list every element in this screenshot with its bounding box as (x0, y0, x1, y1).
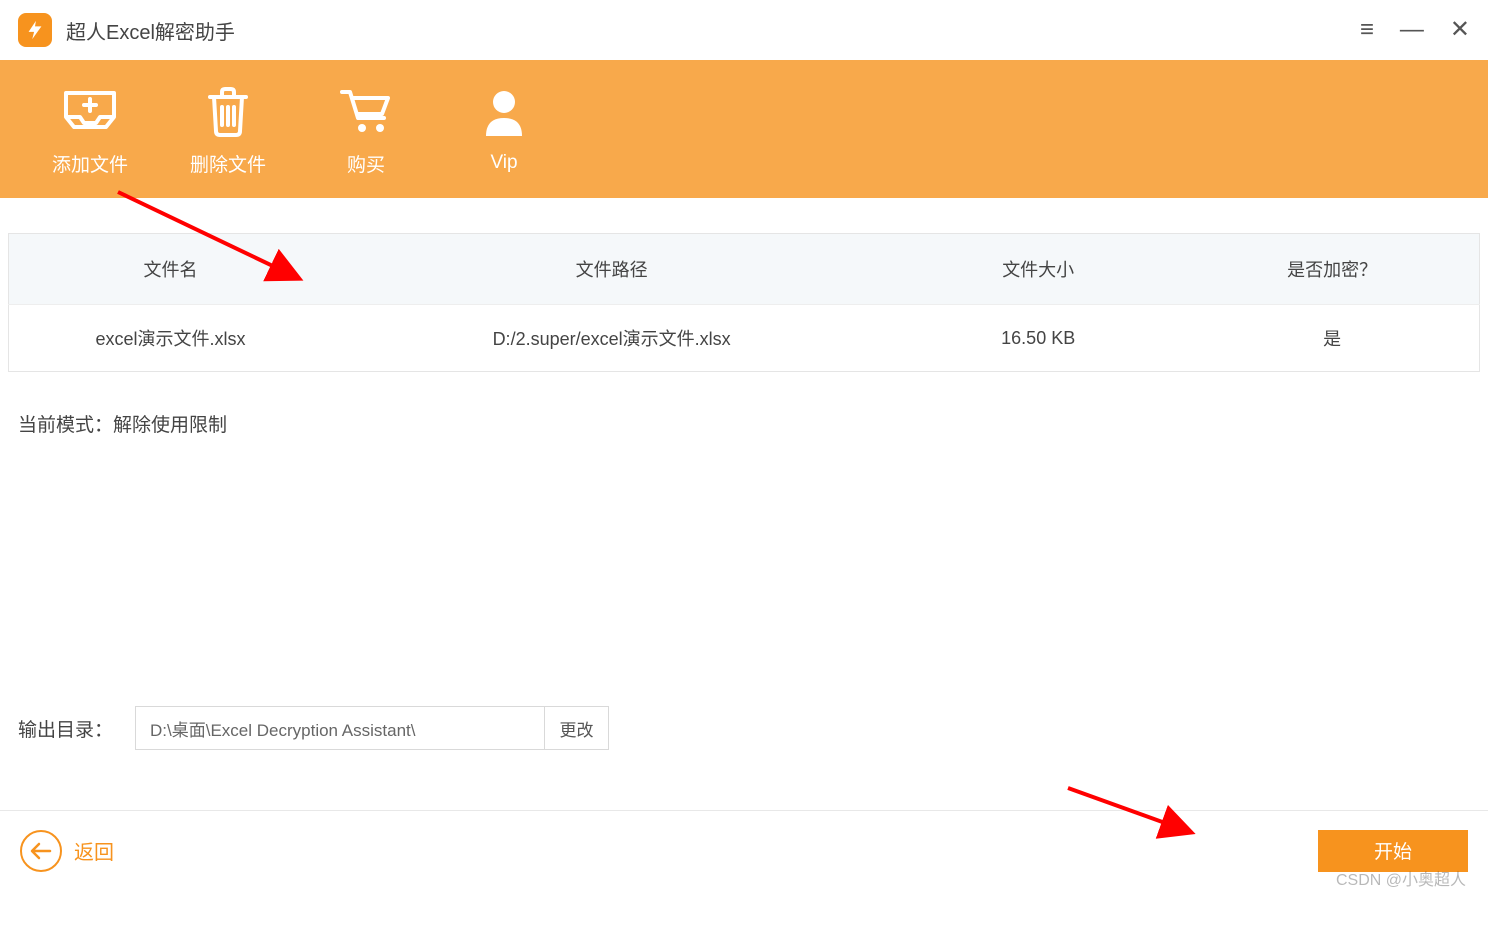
vip-button[interactable]: Vip (464, 84, 544, 174)
cell-encrypted: 是 (1185, 305, 1479, 372)
current-mode: 当前模式：解除使用限制 (8, 372, 1480, 475)
col-name: 文件名 (9, 234, 333, 305)
col-path: 文件路径 (332, 234, 891, 305)
table-row[interactable]: excel演示文件.xlsx D:/2.super/excel演示文件.xlsx… (9, 305, 1480, 372)
delete-file-label: 删除文件 (190, 150, 266, 177)
close-button[interactable]: ✕ (1450, 18, 1470, 42)
titlebar: 超人Excel解密助手 ≡ — ✕ (0, 0, 1488, 60)
output-path-input[interactable] (135, 706, 545, 750)
purchase-label: 购买 (347, 150, 385, 177)
cell-path: D:/2.super/excel演示文件.xlsx (332, 305, 891, 372)
output-directory-row: 输出目录： 更改 (18, 706, 609, 750)
vip-label: Vip (490, 152, 517, 174)
col-size: 文件大小 (891, 234, 1185, 305)
back-button[interactable]: 返回 (20, 830, 114, 872)
delete-file-button[interactable]: 删除文件 (188, 82, 268, 177)
table-header-row: 文件名 文件路径 文件大小 是否加密？ (9, 234, 1480, 305)
minimize-button[interactable]: — (1400, 18, 1424, 42)
toolbar: 添加文件 删除文件 购买 (0, 60, 1488, 198)
app-title: 超人Excel解密助手 (66, 16, 235, 45)
menu-icon[interactable]: ≡ (1360, 18, 1374, 42)
arrow-left-icon (20, 830, 62, 872)
app-logo (18, 13, 52, 47)
cart-icon (338, 82, 394, 140)
trash-icon (204, 82, 252, 140)
file-table: 文件名 文件路径 文件大小 是否加密？ excel演示文件.xlsx D:/2.… (8, 233, 1480, 372)
add-file-label: 添加文件 (52, 150, 128, 177)
back-label: 返回 (74, 836, 114, 865)
user-icon (482, 84, 526, 142)
output-label: 输出目录： (18, 715, 113, 742)
mode-label: 当前模式： (18, 415, 113, 436)
cell-size: 16.50 KB (891, 305, 1185, 372)
lightning-icon (24, 19, 46, 41)
add-file-button[interactable]: 添加文件 (50, 82, 130, 177)
footer: 返回 开始 (0, 810, 1488, 890)
change-output-button[interactable]: 更改 (545, 706, 609, 750)
inbox-plus-icon (62, 82, 118, 140)
col-encrypted: 是否加密？ (1185, 234, 1479, 305)
cell-name: excel演示文件.xlsx (9, 305, 333, 372)
content-area: 文件名 文件路径 文件大小 是否加密？ excel演示文件.xlsx D:/2.… (0, 198, 1488, 475)
start-button[interactable]: 开始 (1318, 830, 1468, 872)
purchase-button[interactable]: 购买 (326, 82, 406, 177)
mode-value: 解除使用限制 (113, 415, 227, 436)
